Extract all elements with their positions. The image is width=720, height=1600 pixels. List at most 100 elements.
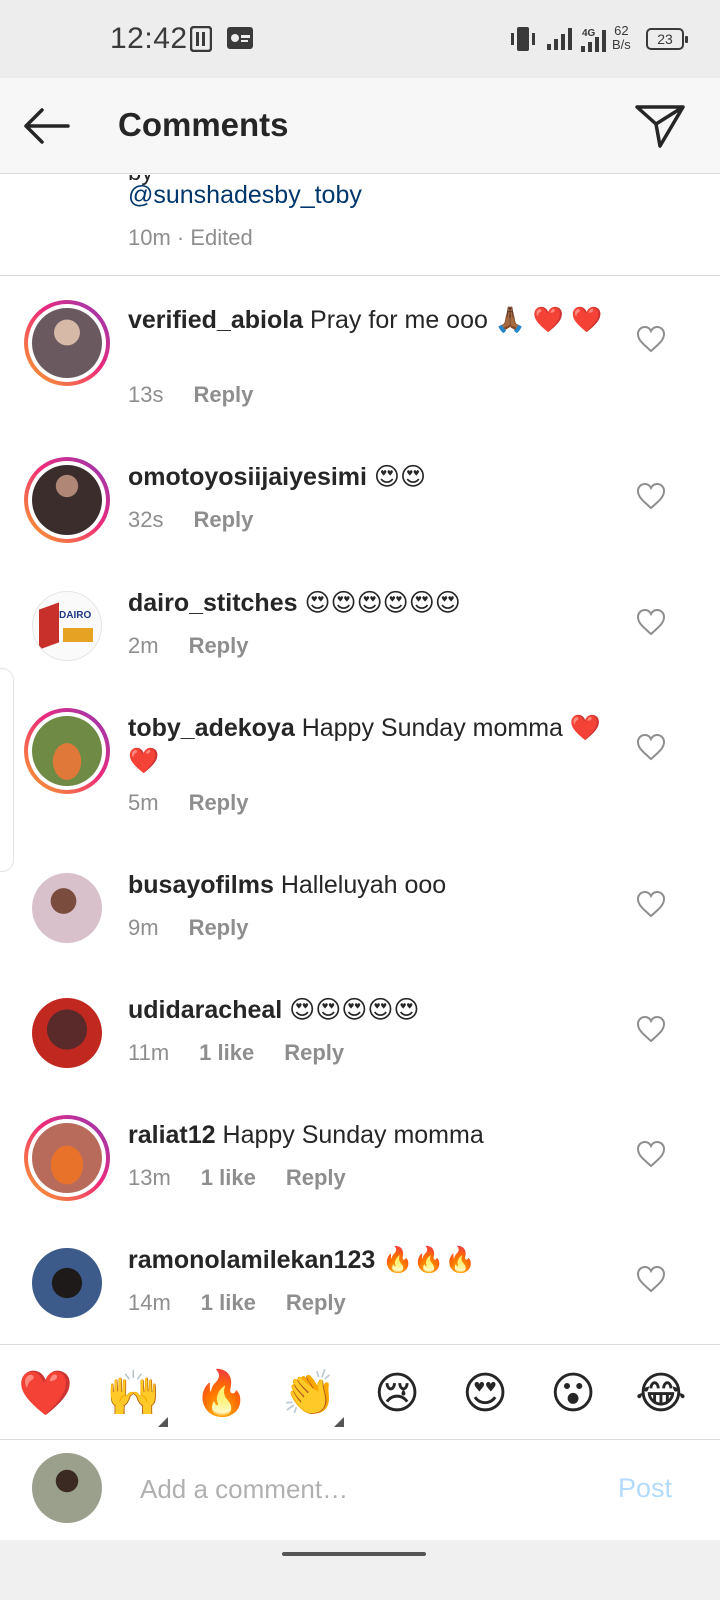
comment-body: toby_adekoya Happy Sunday momma ❤️❤️ <box>128 712 608 778</box>
status-bar: 12:42 4G 62 B/s 23 <box>0 0 720 78</box>
story-ring[interactable] <box>24 708 110 794</box>
comment-time: 2m <box>128 633 159 658</box>
story-ring[interactable] <box>24 1115 110 1201</box>
heart-outline-icon[interactable] <box>636 1140 666 1168</box>
status-time: 12:42 <box>110 22 188 55</box>
reply-button[interactable]: Reply <box>189 633 249 658</box>
avatar[interactable]: DAIRO <box>32 591 102 661</box>
comment-username[interactable]: udidaracheal <box>128 996 282 1024</box>
heart-outline-icon[interactable] <box>636 1015 666 1043</box>
comment-time: 13s <box>128 382 164 407</box>
comment-meta: 11m 1 like Reply <box>128 1040 374 1066</box>
emoji-button[interactable]: ❤️ <box>18 1367 73 1421</box>
comment-text: Halleluyah ooo <box>273 871 447 899</box>
comment-text: 😍😍😍😍😍 <box>282 996 420 1024</box>
comment-body: ramonolamilekan123 🔥🔥🔥 <box>128 1244 608 1277</box>
comment-meta: 2m Reply <box>128 633 278 659</box>
reply-button[interactable]: Reply <box>284 1040 344 1065</box>
signal-icon <box>546 26 576 52</box>
signal-4g-icon: 4G <box>580 26 610 54</box>
heart-outline-icon[interactable] <box>636 890 666 918</box>
net-speed: 62 B/s <box>612 24 631 52</box>
page-title: Comments <box>118 106 289 143</box>
emoji-button[interactable]: 👏 <box>282 1367 337 1421</box>
svg-text:4G: 4G <box>582 28 596 39</box>
comment-username[interactable]: raliat12 <box>128 1121 216 1149</box>
reply-button[interactable]: Reply <box>193 507 253 532</box>
like-count[interactable]: 1 like <box>201 1290 256 1315</box>
back-button[interactable] <box>18 100 74 152</box>
caption-mention-link[interactable]: @sunshadesby_toby <box>128 181 362 210</box>
emoji-button[interactable]: 🔥 <box>194 1367 249 1421</box>
system-nav-bar <box>0 1540 720 1600</box>
comment-username[interactable]: ramonolamilekan123 <box>128 1246 375 1274</box>
reply-button[interactable]: Reply <box>189 790 249 815</box>
paper-plane-icon <box>635 105 685 148</box>
comment-composer: Post <box>0 1441 720 1540</box>
side-edge-handle[interactable] <box>0 668 14 872</box>
comment-text: 😍😍😍😍😍😍 <box>297 589 461 617</box>
comment-body: raliat12 Happy Sunday momma <box>128 1119 608 1152</box>
comment-body: omotoyosiijaiyesimi 😍😍 <box>128 461 608 494</box>
sim-icon <box>190 26 212 52</box>
net-speed-value: 62 <box>614 23 629 38</box>
emoji-button[interactable]: 😢 <box>370 1367 424 1421</box>
comment-username[interactable]: toby_adekoya <box>128 714 295 742</box>
story-ring[interactable] <box>24 457 110 543</box>
reply-button[interactable]: Reply <box>189 915 249 940</box>
emoji-button[interactable]: 😍 <box>458 1367 512 1421</box>
reply-button[interactable]: Reply <box>193 382 253 407</box>
comment-meta: 9m Reply <box>128 915 278 941</box>
comment-time: 32s <box>128 507 164 532</box>
caption: by @sunshadesby_toby 10m · Edited <box>0 175 720 276</box>
avatar[interactable] <box>32 1453 102 1523</box>
comment-username[interactable]: omotoyosiijaiyesimi <box>128 463 367 491</box>
battery-icon: 23 <box>646 28 688 50</box>
comment-text: Pray for me ooo 🙏🏾 ❤️ ❤️ <box>303 306 603 334</box>
share-button[interactable] <box>632 100 688 152</box>
post-button[interactable]: Post <box>618 1473 672 1504</box>
caption-meta: 10m · Edited <box>128 225 253 250</box>
comment-meta: 5m Reply <box>128 790 278 816</box>
heart-outline-icon[interactable] <box>636 325 666 353</box>
card-notification-icon <box>226 26 254 50</box>
comment-time: 5m <box>128 790 159 815</box>
heart-outline-icon[interactable] <box>636 733 666 761</box>
reply-button[interactable]: Reply <box>286 1165 346 1190</box>
avatar[interactable] <box>32 308 102 378</box>
avatar[interactable] <box>32 1123 102 1193</box>
comment-username[interactable]: dairo_stitches <box>128 589 298 617</box>
comment-username[interactable]: busayofilms <box>128 871 274 899</box>
skin-tone-indicator <box>334 1417 344 1427</box>
comment-meta: 13m 1 like Reply <box>128 1165 376 1191</box>
story-ring[interactable] <box>24 300 110 386</box>
emoji-button[interactable]: 🙌 <box>106 1367 161 1421</box>
avatar[interactable] <box>32 465 102 535</box>
heart-outline-icon[interactable] <box>636 482 666 510</box>
comment-input[interactable] <box>140 1471 580 1507</box>
avatar-logo-text: DAIRO <box>59 610 92 621</box>
heart-outline-icon[interactable] <box>636 608 666 636</box>
comment-time: 14m <box>128 1290 171 1315</box>
comment-time: 13m <box>128 1165 171 1190</box>
like-count[interactable]: 1 like <box>201 1165 256 1190</box>
avatar[interactable] <box>32 873 102 943</box>
comment-text: 😍😍 <box>366 463 427 491</box>
avatar[interactable] <box>32 998 102 1068</box>
emoji-button[interactable]: 😮 <box>546 1367 600 1421</box>
arrow-left-icon <box>24 108 70 144</box>
avatar[interactable] <box>32 1248 102 1318</box>
comment-username[interactable]: verified_abiola <box>128 306 303 334</box>
avatar[interactable] <box>32 716 102 786</box>
comment-text: Happy Sunday momma <box>215 1121 484 1149</box>
heart-outline-icon[interactable] <box>636 1265 666 1293</box>
header: Comments <box>0 78 720 174</box>
like-count[interactable]: 1 like <box>199 1040 254 1065</box>
comment-body: busayofilms Halleluyah ooo <box>128 869 608 902</box>
skin-tone-indicator <box>158 1417 168 1427</box>
vibrate-icon <box>508 26 538 52</box>
emoji-button[interactable]: 😂 <box>634 1367 688 1421</box>
home-gesture-handle[interactable] <box>282 1552 426 1556</box>
comment-body: verified_abiola Pray for me ooo 🙏🏾 ❤️ ❤️ <box>128 304 608 337</box>
reply-button[interactable]: Reply <box>286 1290 346 1315</box>
